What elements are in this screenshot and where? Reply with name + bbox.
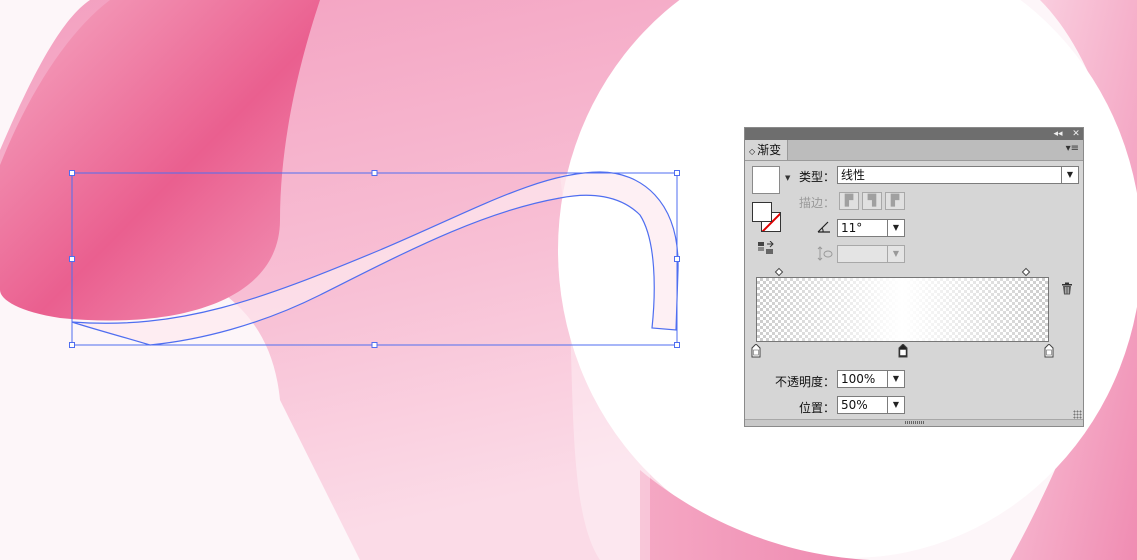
location-label: 位置： (798, 401, 835, 415)
stroke-within-icon[interactable]: ▛ (839, 192, 859, 210)
type-label: 类型： (798, 170, 835, 184)
chevron-down-icon: ▼ (1061, 167, 1078, 183)
chevron-down-icon: ▼ (887, 371, 904, 387)
gradient-swatch-preview[interactable] (752, 166, 780, 194)
close-icon[interactable]: ✕ (1069, 128, 1083, 140)
gradient-midpoint-diamond[interactable] (775, 267, 784, 277)
stroke-across-icon[interactable]: ▛ (885, 192, 905, 210)
type-select-value: 线性 (841, 168, 866, 182)
gradient-stop-handle[interactable] (751, 343, 761, 358)
angle-value: 11° (841, 221, 863, 235)
reverse-gradient-icon[interactable] (757, 240, 777, 257)
trash-icon[interactable] (1061, 282, 1073, 295)
stroke-along-icon[interactable]: ▜ (862, 192, 882, 210)
chevron-down-icon: ▼ (887, 220, 904, 236)
panel-tab-row: ◇ 渐变 ▾≡ (745, 140, 1083, 161)
gradient-stop-handle[interactable] (1044, 343, 1054, 358)
panel-menu-icon[interactable]: ▾≡ (1066, 143, 1079, 154)
selection-handle-ml (69, 256, 75, 262)
selection-handle-tr (674, 170, 680, 176)
selection-handle-bl (69, 342, 75, 348)
fill-swatch[interactable] (752, 202, 772, 222)
gradient-stop-handle[interactable] (898, 343, 908, 358)
opacity-input[interactable]: 100% ▼ (837, 370, 905, 388)
location-input[interactable]: 50% ▼ (837, 396, 905, 414)
selection-handle-tm (371, 170, 378, 176)
location-value: 50% (841, 398, 868, 412)
selection-handle-bm (371, 342, 378, 348)
selection-handle-tl (69, 170, 75, 176)
chevron-down-icon: ▼ (887, 397, 904, 413)
selection-handle-mr (674, 256, 680, 262)
opacity-value: 100% (841, 372, 876, 386)
gradient-midpoint-diamond[interactable] (1021, 267, 1030, 277)
tab-gradient[interactable]: ◇ 渐变 (745, 140, 789, 160)
chevron-down-icon: ▼ (887, 246, 904, 262)
panel-titlebar[interactable]: ◂◂ ✕ (745, 128, 1083, 140)
stroke-label: 描边： (798, 196, 835, 210)
gradient-ramp[interactable] (756, 277, 1049, 342)
angle-icon (817, 220, 831, 234)
opacity-label: 不透明度： (774, 375, 835, 389)
tab-arrows-icon: ◇ (749, 147, 756, 156)
tab-gradient-label: 渐变 (757, 143, 782, 157)
collapse-icon[interactable]: ◂◂ (1051, 128, 1065, 140)
selection-handle-br (674, 342, 680, 348)
aspect-ratio-icon (817, 246, 833, 262)
type-select[interactable]: 线性 ▼ (837, 166, 1079, 184)
aspect-ratio-input[interactable]: ▼ (837, 245, 905, 263)
gradient-panel: ◂◂ ✕ ◇ 渐变 ▾≡ ▼ 类型： 线性 ▼ 描边： ▛ ▜ ▛ 11° ▼ ▼ (744, 127, 1084, 427)
swatch-dropdown-icon[interactable]: ▼ (785, 174, 790, 182)
angle-input[interactable]: 11° ▼ (837, 219, 905, 237)
resize-grip-icon[interactable] (1073, 410, 1082, 419)
panel-bottom-grip[interactable] (745, 419, 1083, 426)
